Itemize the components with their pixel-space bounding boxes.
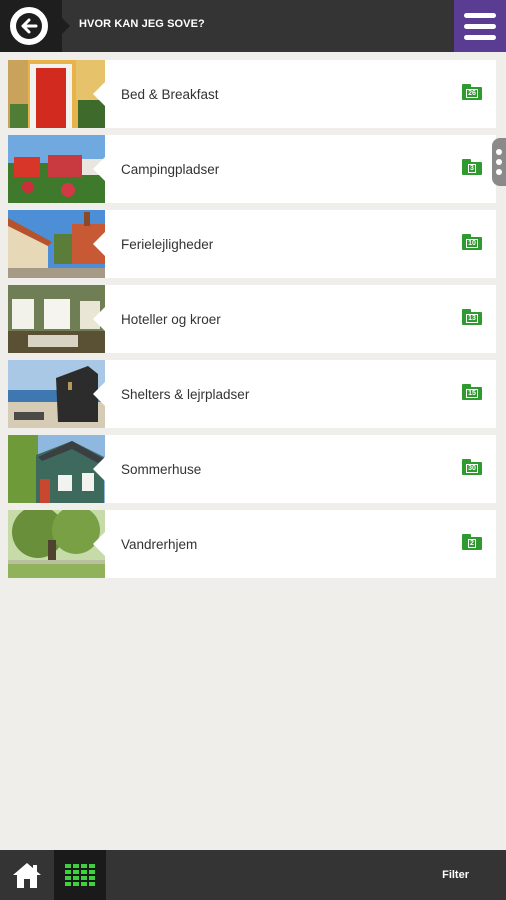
category-count: 10 xyxy=(466,239,478,248)
list-item[interactable]: Bed & Breakfast 26 xyxy=(8,60,496,128)
list-item[interactable]: Vandrerhjem 2 xyxy=(8,510,496,578)
filter-button[interactable]: Filter xyxy=(442,869,469,881)
list-item[interactable]: Campingpladser 3 xyxy=(8,135,496,203)
folder-count-icon: 3 xyxy=(462,159,482,175)
beach-shelter-photo xyxy=(8,360,105,428)
category-count: 30 xyxy=(466,464,478,473)
folder-count-icon: 2 xyxy=(462,534,482,550)
category-label: Hoteller og kroer xyxy=(121,311,221,327)
list-item[interactable]: Hoteller og kroer 13 xyxy=(8,285,496,353)
home-icon xyxy=(13,863,41,888)
side-drawer-handle[interactable] xyxy=(492,138,506,186)
page-title: HVOR KAN JEG SOVE? xyxy=(79,18,205,30)
folder-count-icon: 10 xyxy=(462,234,482,250)
category-count: 3 xyxy=(468,164,476,173)
arrow-left-icon xyxy=(16,13,42,39)
category-label: Ferielejligheder xyxy=(121,236,214,252)
town-street-photo xyxy=(8,210,105,278)
category-count: 26 xyxy=(466,89,478,98)
category-count: 2 xyxy=(468,539,476,548)
category-label: Campingpladser xyxy=(121,161,220,177)
top-bar: HVOR KAN JEG SOVE? xyxy=(0,0,506,52)
category-label: Bed & Breakfast xyxy=(121,86,219,102)
home-button[interactable] xyxy=(0,850,54,900)
bottom-bar: Filter xyxy=(0,850,506,900)
folder-count-icon: 30 xyxy=(462,459,482,475)
summer-house-photo xyxy=(8,435,105,503)
category-label: Sommerhuse xyxy=(121,461,202,477)
back-button-area[interactable] xyxy=(0,0,70,52)
menu-button[interactable] xyxy=(454,0,506,52)
list-item[interactable]: Ferielejligheder 10 xyxy=(8,210,496,278)
grid-view-button[interactable] xyxy=(54,850,106,900)
folder-count-icon: 26 xyxy=(462,84,482,100)
campers-photo xyxy=(8,135,105,203)
category-list: Bed & Breakfast 26 Campingpladser 3 Feri… xyxy=(8,60,496,585)
folder-count-icon: 15 xyxy=(462,384,482,400)
back-button[interactable] xyxy=(10,7,48,45)
list-item[interactable]: Shelters & lejrpladser 15 xyxy=(8,360,496,428)
hotel-room-photo xyxy=(8,285,105,353)
list-item[interactable]: Sommerhuse 30 xyxy=(8,435,496,503)
red-door-photo xyxy=(8,60,105,128)
category-count: 13 xyxy=(466,314,478,323)
category-label: Shelters & lejrpladser xyxy=(121,386,250,402)
tree-garden-photo xyxy=(8,510,105,578)
category-label: Vandrerhjem xyxy=(121,536,198,552)
grid-view-icon xyxy=(65,864,95,886)
category-count: 15 xyxy=(466,389,478,398)
hamburger-icon xyxy=(464,12,496,18)
folder-count-icon: 13 xyxy=(462,309,482,325)
